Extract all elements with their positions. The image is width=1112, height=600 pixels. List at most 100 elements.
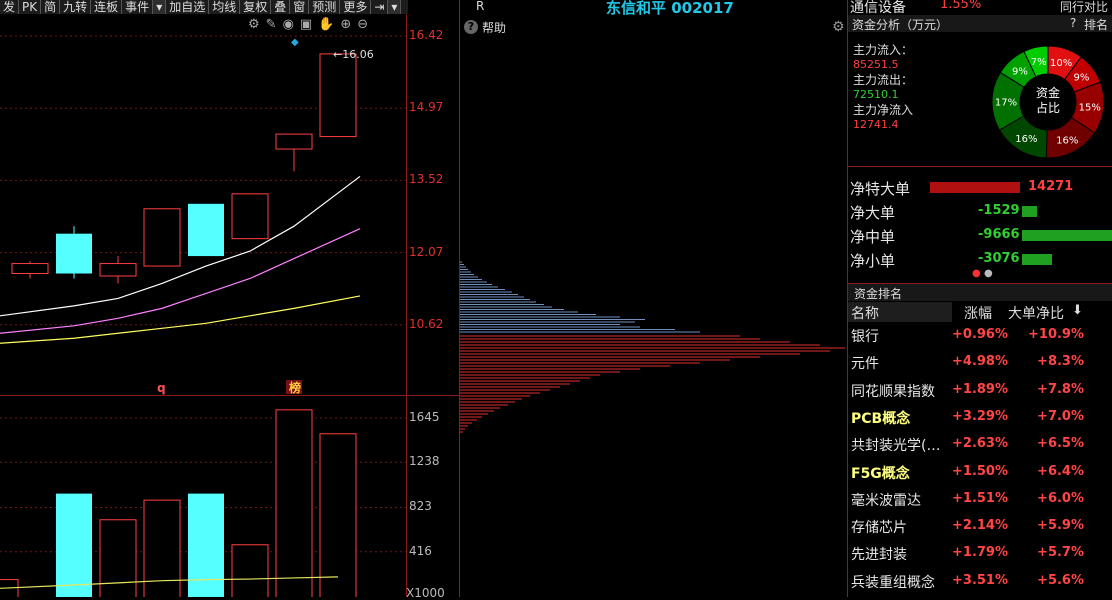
- donut-center-line1: 资金: [1035, 86, 1060, 100]
- volume-bar: [275, 409, 313, 597]
- rank-row[interactable]: PCB概念 +3.29% +7.0%: [848, 404, 1112, 430]
- volume-tick: 1645: [409, 410, 440, 424]
- capital-header: 资金分析（万元） ? 排名: [848, 15, 1112, 32]
- net-inflow-label: 主力净流入: [853, 103, 914, 117]
- rank-name: 兵装重组概念: [851, 574, 935, 591]
- net-order-value: -1529: [978, 203, 1020, 218]
- net-order-bar: [1022, 230, 1112, 241]
- rank-link[interactable]: 排名: [1084, 16, 1108, 33]
- rank-change: +2.63%: [952, 436, 1008, 452]
- rank-header: 资金排名: [848, 284, 1112, 301]
- rank-name: 存储芯片: [851, 520, 907, 537]
- rank-net-ratio: +7.0%: [1037, 408, 1084, 424]
- volume-chart[interactable]: [0, 0, 408, 597]
- rank-row[interactable]: 毫米波雷达 +1.51% +6.0%: [848, 486, 1112, 512]
- volume-bar: [188, 493, 224, 597]
- rank-change: +2.14%: [952, 518, 1008, 534]
- rank-net-ratio: +6.4%: [1037, 463, 1084, 479]
- sort-down-icon[interactable]: ⬇: [1072, 303, 1083, 318]
- net-order-row: 净小单 -3076: [850, 248, 1112, 270]
- net-inflow-value: 12741.4: [853, 118, 899, 131]
- net-order-bar: [1022, 254, 1053, 265]
- net-order-row: 净中单 -9666: [850, 224, 1112, 246]
- rank-column-header: 名称 涨幅 大单净比 ⬇: [848, 302, 1112, 322]
- inflow-value: 85251.5: [853, 58, 899, 71]
- panel-divider-1: [848, 166, 1112, 167]
- donut-slice-label: 17%: [995, 97, 1017, 108]
- rank-row[interactable]: 兵装重组概念 +3.51% +5.6%: [848, 568, 1112, 594]
- rank-row[interactable]: 元件 +4.98% +8.3%: [848, 349, 1112, 375]
- net-order-value: -9666: [978, 227, 1020, 242]
- rank-change: +1.79%: [952, 545, 1008, 561]
- rank-net-ratio: +5.6%: [1037, 572, 1084, 588]
- page-dot-active[interactable]: ●: [972, 268, 981, 279]
- capital-panel: 通信设备 1.55% 同行对比 资金分析（万元） ? 排名 主力流入： 8525…: [848, 0, 1112, 597]
- rank-row[interactable]: 存储芯片 +2.14% +5.9%: [848, 513, 1112, 539]
- donut-slice-label: 15%: [1079, 103, 1101, 114]
- outflow-value: 72510.1: [853, 88, 899, 101]
- rank-name: 同花顺果指数: [851, 383, 935, 400]
- net-order-row: 净大单 -1529: [850, 200, 1112, 222]
- capital-header-title: 资金分析（万元）: [852, 18, 949, 32]
- rank-row[interactable]: F5G概念 +1.50% +6.4%: [848, 459, 1112, 485]
- volume-tick: 1238: [409, 454, 440, 469]
- rank-name: 共封装光学(…: [851, 438, 941, 455]
- rank-net-ratio: +7.8%: [1037, 381, 1084, 397]
- donut-slice-label: 9%: [1073, 73, 1089, 84]
- rank-net-ratio: +8.3%: [1037, 354, 1084, 370]
- help-mark-icon[interactable]: ?: [1070, 16, 1076, 30]
- rank-net-ratio: +5.7%: [1037, 545, 1084, 561]
- volume-y-axis: 1645 1238 823 416 X1000: [406, 0, 458, 600]
- rank-net-ratio: +6.5%: [1037, 436, 1084, 452]
- donut-slice-label: 7%: [1031, 57, 1047, 68]
- rank-change: +4.98%: [952, 354, 1008, 370]
- volume-tick: 823: [409, 499, 432, 514]
- donut-slice-label: 16%: [1056, 135, 1078, 146]
- volume-tick: 416: [409, 543, 432, 558]
- col-change[interactable]: 涨幅: [964, 303, 992, 323]
- rank-net-ratio: +5.9%: [1037, 518, 1084, 534]
- volume-bar: [56, 493, 92, 597]
- volume-bar: [143, 499, 181, 597]
- rank-header-title: 资金排名: [854, 287, 903, 301]
- donut-slice-label: 16%: [1015, 134, 1037, 145]
- outflow-label: 主力流出：: [853, 73, 914, 87]
- rank-name: PCB概念: [851, 410, 911, 427]
- volume-bar: [231, 544, 269, 597]
- rank-change: +3.51%: [952, 572, 1008, 588]
- volume-divider: [0, 395, 460, 396]
- net-order-row: 净特大单 14271: [850, 176, 1112, 198]
- volume-bar: [99, 519, 137, 597]
- net-order-bar: [930, 182, 1020, 193]
- rank-change: +1.89%: [952, 381, 1008, 397]
- rank-name: 元件: [851, 356, 879, 373]
- inflow-label: 主力流入：: [853, 43, 914, 57]
- rank-row[interactable]: 先进封装 +1.79% +5.7%: [848, 540, 1112, 566]
- net-order-value: 14271: [1028, 179, 1074, 194]
- rank-name: F5G概念: [851, 465, 910, 482]
- volume-unit: X1000: [406, 586, 445, 600]
- peer-compare-link[interactable]: 同行对比: [1060, 0, 1108, 15]
- chip-distribution: [460, 261, 845, 433]
- donut-center-line2: 占比: [1035, 101, 1060, 115]
- rank-change: +1.51%: [952, 490, 1008, 506]
- rank-name: 银行: [851, 329, 879, 345]
- net-order-value: -3076: [978, 251, 1020, 266]
- price-axis-divider: [406, 14, 407, 597]
- net-order-bar: [1022, 206, 1037, 217]
- net-order-label: 净特大单: [850, 180, 911, 198]
- net-order-label: 净中单: [850, 228, 896, 246]
- rank-row[interactable]: 银行 +0.96% +10.9%: [848, 322, 1112, 348]
- col-name[interactable]: 名称: [851, 303, 879, 323]
- rank-change: +1.50%: [952, 463, 1008, 479]
- rank-change: +3.29%: [952, 408, 1008, 424]
- col-net-ratio[interactable]: 大单净比: [1008, 303, 1064, 323]
- volume-bar: [319, 433, 357, 597]
- rank-row[interactable]: 共封装光学(… +2.63% +6.5%: [848, 431, 1112, 457]
- rank-change: +0.96%: [952, 327, 1008, 342]
- page-dot[interactable]: ●: [984, 268, 993, 279]
- rank-name: 先进封装: [851, 547, 907, 564]
- rank-row[interactable]: 同花顺果指数 +1.89% +7.8%: [848, 377, 1112, 403]
- donut-slice-label: 10%: [1050, 58, 1072, 69]
- donut-slice-label: 9%: [1012, 67, 1028, 78]
